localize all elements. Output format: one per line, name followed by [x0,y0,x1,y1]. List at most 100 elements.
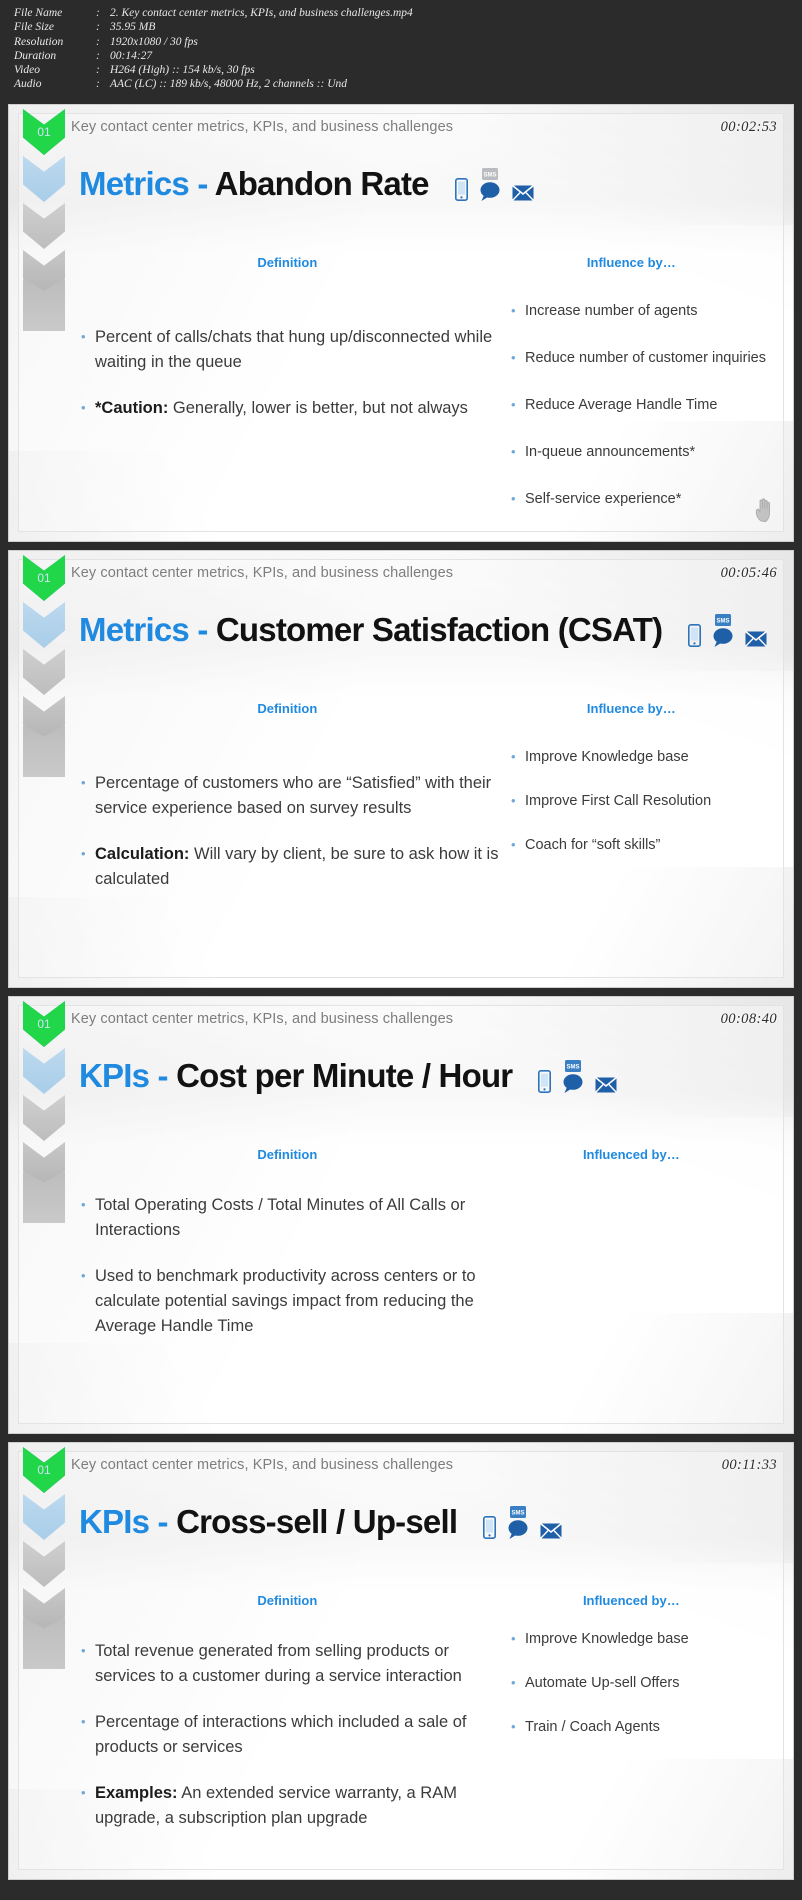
definition-column: Total revenue generated from selling pro… [65,1625,509,1859]
metadata-value: 1920x1080 / 30 fps [110,35,198,48]
bullet-item: Improve First Call Resolution [509,790,773,812]
metadata-key: Resolution [14,35,64,48]
metadata-key: Duration [14,49,57,62]
slide-header: Key contact center metrics, KPIs, and bu… [71,1011,777,1028]
column-headings: Definition Influenced by… [79,1147,767,1162]
slide-timestamp: 00:11:33 [721,1457,777,1473]
bullet-item: Reduce number of customer inquiries [509,347,773,369]
bullet-item: Automate Up-sell Offers [509,1672,773,1694]
slide-body-columns: Percentage of customers who are “Satisfi… [65,733,773,967]
metadata-separator: : [96,7,100,19]
mobile-phone-icon [454,177,468,201]
metadata-key: File Size [14,21,54,34]
slide-title-row: Metrics - Customer Satisfaction (CSAT) S… [79,611,768,649]
bullet-item: Coach for “soft skills” [509,834,773,856]
bullet-item: *Caution: Generally, lower is better, bu… [79,395,509,421]
definition-column: Percentage of customers who are “Satisfi… [65,733,509,967]
influence-column [509,1179,773,1413]
slide-title-rest: Cross-sell / Up-sell [176,1503,458,1540]
metadata-value: AAC (LC) :: 189 kb/s, 48000 Hz, 2 channe… [110,78,348,91]
slide-title-dash: - [188,611,216,648]
bullet-label: Examples: [95,1784,178,1802]
chevron-icon-2 [23,602,65,648]
metadata-value: H264 (High) :: 154 kb/s, 30 fps [110,64,255,77]
chevron-number-label: 01 [37,571,51,585]
bullet-item: Percent of calls/chats that hung up/disc… [79,324,509,375]
metadata-separator: : [96,49,100,62]
column-heading-definition: Definition [257,255,318,270]
slide-title-row: KPIs - Cross-sell / Up-sell SMS [79,1503,767,1541]
slide-title-dash: - [188,165,215,202]
envelope-icon [540,1522,563,1539]
deck-title: Key contact center metrics, KPIs, and bu… [71,1457,454,1473]
slide-title-rest: Customer Satisfaction (CSAT) [215,611,663,648]
chevron-icon-3 [23,1541,65,1587]
column-heading-influence: Influenced by… [582,1593,680,1608]
column-heading-definition: Definition [257,1147,318,1162]
bullet-label: *Caution: [95,399,169,417]
metadata-row-video: Video : H264 (High) :: 154 kb/s, 30 fps [14,63,788,77]
bullet-item: Examples: An extended service warranty, … [79,1780,509,1831]
bullet-item: Calculation: Will vary by client, be sur… [79,841,509,892]
definition-column: Percent of calls/chats that hung up/disc… [65,287,509,521]
mobile-phone-icon [483,1515,497,1539]
slide-thumbnail-1[interactable]: 01 Key contact center metrics, KPIs, and… [8,104,794,542]
column-heading-definition: Definition [257,1593,318,1608]
channel-icon-cluster: SMS [483,1505,563,1539]
deck-title: Key contact center metrics, KPIs, and bu… [71,119,454,135]
mobile-phone-icon [538,1069,552,1093]
chevron-rail: 01 [23,109,65,409]
slide-title-accent: KPIs [79,1503,150,1540]
metadata-value: 35.95 MB [110,21,156,34]
slide-header: Key contact center metrics, KPIs, and bu… [71,119,777,136]
metadata-separator: : [96,78,100,91]
slide-title-accent: Metrics [79,611,190,648]
slide-title: KPIs - Cross-sell / Up-sell [79,1503,458,1541]
sms-chat-bubble-icon: SMS [563,1059,583,1093]
svg-text:SMS: SMS [717,618,730,624]
sms-chat-bubble-icon: SMS [508,1505,528,1539]
metadata-separator: : [96,21,100,34]
column-headings: Definition Influenced by… [79,1593,767,1608]
metadata-separator: : [96,64,100,77]
svg-text:SMS: SMS [567,1064,580,1070]
slide-title-row: Metrics - Abandon Rate SMS [79,165,767,203]
chevron-icon-2 [23,156,65,202]
slide-thumbnail-4[interactable]: 01 Key contact center metrics, KPIs, and… [8,1442,794,1880]
bullet-item: In-queue announcements* [509,441,773,463]
metadata-key: File Name [14,7,63,19]
slide-title: Metrics - Abandon Rate [79,165,430,203]
slide-title-accent: Metrics [79,165,190,202]
metadata-row-filesize: File Size : 35.95 MB [14,20,788,34]
slide-thumbnail-3[interactable]: 01 Key contact center metrics, KPIs, and… [8,996,794,1434]
metadata-row-resolution: Resolution : 1920x1080 / 30 fps [14,35,788,49]
column-headings: Definition Influence by… [79,701,767,716]
influence-column: Increase number of agents Reduce number … [509,287,773,521]
slide-title-accent: KPIs [79,1057,150,1094]
chevron-rail: 01 [23,555,65,855]
slide-timestamp: 00:02:53 [720,119,777,135]
metadata-row-audio: Audio : AAC (LC) :: 189 kb/s, 48000 Hz, … [14,77,788,91]
slide-title-rest: Abandon Rate [214,165,430,202]
slide-body-columns: Percent of calls/chats that hung up/disc… [65,287,773,521]
chevron-icon-2 [23,1494,65,1540]
metadata-key: Video [14,64,40,77]
metadata-key: Audio [14,78,42,91]
channel-icon-cluster: SMS [538,1059,618,1093]
bullet-item: Percentage of interactions which include… [79,1709,509,1760]
slide-header: Key contact center metrics, KPIs, and bu… [71,565,777,582]
slide-thumbnail-2[interactable]: 01 Key contact center metrics, KPIs, and… [8,550,794,988]
column-headings: Definition Influence by… [79,255,767,270]
hand-pointer-cursor-icon [755,498,771,523]
bullet-item: Increase number of agents [509,300,773,322]
slide-body-columns: Total Operating Costs / Total Minutes of… [65,1179,773,1413]
chevron-icon-3 [23,649,65,695]
bullet-item: Used to benchmark productivity across ce… [79,1263,509,1339]
slide-header: Key contact center metrics, KPIs, and bu… [71,1457,777,1474]
bullet-item: Self-service experience* [509,488,773,510]
sms-chat-bubble-icon: SMS [713,613,733,647]
bullet-item: Improve Knowledge base [509,746,773,768]
slide-title: Metrics - Customer Satisfaction (CSAT) [79,611,663,649]
slide-title-dash: - [149,1057,177,1094]
envelope-icon [595,1076,618,1093]
